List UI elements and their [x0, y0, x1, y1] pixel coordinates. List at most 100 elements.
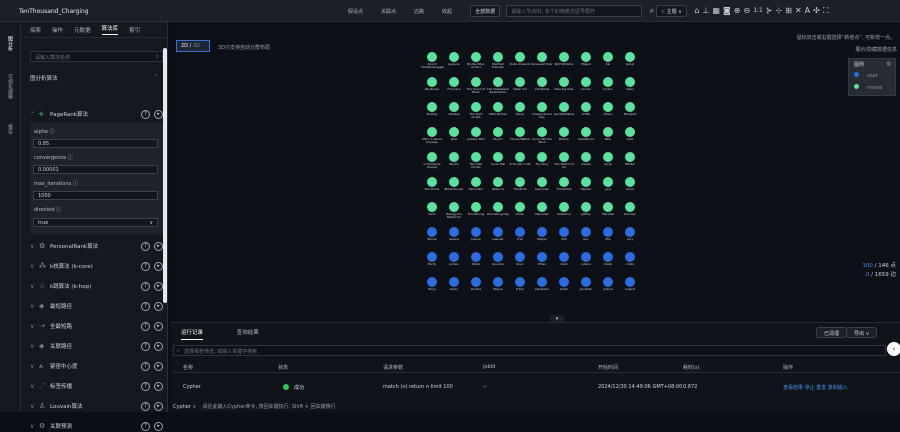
graph-node[interactable]: Rebecca: [491, 177, 505, 191]
graph-node[interactable]: Duke (Ireland): [510, 52, 530, 66]
graph-node[interactable]: Willy: [601, 127, 615, 141]
run-icon[interactable]: ▸: [154, 241, 163, 251]
graph-node[interactable]: Jordan: [447, 252, 461, 266]
run-icon[interactable]: ▸: [154, 421, 163, 431]
tab-explore[interactable]: 探索: [30, 26, 41, 34]
graph-node[interactable]: Casablanca: [578, 127, 594, 141]
graph-node[interactable]: Frank: [513, 277, 527, 291]
graph-node[interactable]: Sister Act: [513, 77, 527, 91]
run-icon[interactable]: ▸: [154, 361, 163, 371]
cmd-language[interactable]: Cypher: [173, 404, 191, 410]
graph-node[interactable]: Sicario: [601, 77, 615, 91]
graph-node[interactable]: Jayanne: [447, 52, 461, 66]
col-name[interactable]: 名称: [183, 364, 193, 371]
directed-select[interactable]: true ∨: [33, 218, 158, 227]
graph-node[interactable]: The Dark Knight: [469, 102, 483, 119]
graph-node[interactable]: Roosevelt Tyler: [531, 52, 553, 66]
graph-node[interactable]: Allison: [601, 102, 615, 116]
graph-node[interactable]: Miguel: [579, 52, 593, 66]
graph-node[interactable]: Bradley: [425, 102, 439, 116]
graph-node[interactable]: Cristo: [623, 252, 637, 266]
graph-node[interactable]: Alexander: [535, 277, 549, 291]
pin-icon[interactable]: ⊥: [702, 6, 709, 16]
graph-node[interactable]: Christmas: [535, 77, 549, 91]
run-icon[interactable]: ▸: [154, 109, 163, 119]
zoom-ratio[interactable]: 1:1: [753, 6, 763, 16]
algo-item-6[interactable]: ∨ ⩚ 紧密中心度? ▸: [30, 360, 163, 372]
graph-node[interactable]: Leander: [491, 227, 505, 241]
toolbar-item-1[interactable]: 关联点: [381, 8, 396, 15]
run-icon[interactable]: ▸: [154, 341, 163, 351]
graph-node[interactable]: Hayden: [579, 177, 593, 191]
graph-node[interactable]: Kevin: [513, 252, 527, 266]
graph-node[interactable]: Marthell Freeman: [491, 52, 505, 69]
toolbar-item-2[interactable]: 边路: [414, 8, 424, 15]
camera-icon[interactable]: ◙: [723, 6, 731, 16]
graph-node[interactable]: Psycho: [447, 152, 461, 166]
target-icon[interactable]: ⊹: [776, 6, 783, 16]
graph-node[interactable]: Wayne: [491, 277, 505, 291]
zoom-in-icon[interactable]: ⊕: [734, 6, 741, 16]
toggle-info-link[interactable]: 展示/隐藏数据信息: [855, 46, 897, 53]
graph-node[interactable]: Isaiah: [557, 277, 571, 291]
graph-node[interactable]: The Deer Hunter: [469, 152, 483, 169]
graph-node[interactable]: Marshall: [601, 202, 615, 216]
theme-select[interactable]: ☆ 主题 ∨: [655, 5, 687, 17]
graph-node[interactable]: Mia: [601, 227, 615, 241]
fullscreen-icon[interactable]: ⛶: [823, 6, 829, 16]
table-icon[interactable]: ⊞: [785, 6, 792, 16]
tab-metadata[interactable]: 元数据: [74, 26, 91, 34]
tab-query-results[interactable]: 查询结果: [237, 330, 259, 336]
graph-node[interactable]: Margaret: [623, 102, 637, 116]
legend-item-user[interactable]: user: [854, 72, 878, 79]
graph-node[interactable]: The Shawshank Redemption: [487, 77, 509, 94]
graph-node[interactable]: Jamal: [623, 52, 637, 66]
rail-item-visual-modeling[interactable]: 可视化建模: [7, 74, 14, 99]
run-icon[interactable]: ▸: [154, 381, 163, 391]
convergence-input[interactable]: 0.00001: [33, 165, 158, 174]
graph-node[interactable]: Les Misérables: [554, 102, 574, 116]
graph-node[interactable]: Groundhog Day: [487, 202, 509, 216]
graph-canvas[interactable]: 2D / 3D 3D只支持自动分群布局 鼠标双击或右键选择“新增点”, 可新增一…: [171, 22, 900, 322]
graph-node[interactable]: Lance: [623, 177, 637, 191]
col-cost[interactable]: 耗时(s): [683, 364, 700, 371]
max-iterations-input[interactable]: 1000: [33, 191, 158, 200]
toggle-3d[interactable]: 3D: [193, 43, 200, 49]
graph-node[interactable]: Terminator: [469, 177, 484, 191]
help-icon[interactable]: ?: [141, 241, 150, 251]
toolbar-item-3[interactable]: 收起: [442, 8, 452, 15]
chevron-up-icon[interactable]: ⌃: [154, 74, 158, 80]
help-icon[interactable]: ?: [141, 361, 150, 371]
graph-node[interactable]: Schindler's List: [509, 152, 531, 166]
graph-node[interactable]: Caleb: [601, 252, 615, 266]
tab-algorithms[interactable]: 算法库: [101, 24, 119, 35]
graph-node[interactable]: Psycho: [491, 127, 505, 141]
graph-node[interactable]: Annie Hall: [491, 152, 505, 166]
graph-node[interactable]: Toy Story: [535, 152, 549, 166]
tab-operate[interactable]: 操作: [52, 26, 63, 34]
graph-node[interactable]: Juliana: [579, 252, 593, 266]
graph-node[interactable]: Independence Day: [532, 102, 552, 119]
graph-node[interactable]: Mercedes: [535, 202, 549, 216]
help-icon[interactable]: ?: [141, 301, 150, 311]
graph-node[interactable]: Claude: [579, 152, 593, 166]
rail-item-graph-analysis[interactable]: 图分析: [7, 36, 14, 51]
graph-node[interactable]: Blade Runner: [445, 177, 463, 191]
zoom-out-icon[interactable]: ⊖: [743, 6, 750, 16]
table-row[interactable]: Cypher 成功 match (n) return n limit 100 -…: [173, 379, 900, 391]
node-id-search[interactable]: 请输入节点ID, 多个ID用英文逗号隔开: [506, 5, 643, 17]
graph-node[interactable]: Hardy: [425, 252, 439, 266]
help-icon[interactable]: ?: [141, 261, 150, 271]
graph-node[interactable]: Swan: [623, 77, 637, 91]
graph-node[interactable]: Bernie: [425, 227, 439, 241]
graph-node[interactable]: The Godfather: [510, 127, 530, 141]
col-jobid[interactable]: jobId: [483, 364, 495, 370]
graph-node[interactable]: Vivian: [513, 202, 527, 216]
help-icon[interactable]: ?: [141, 109, 150, 119]
help-icon[interactable]: ?: [141, 321, 150, 331]
col-params[interactable]: 请求参数: [383, 364, 403, 371]
graph-node[interactable]: William: [623, 152, 637, 166]
algo-pagerank[interactable]: ⌃ ⟡ PageRank算法 ? ▸: [30, 108, 163, 120]
graph-node[interactable]: Dancing Girls: [555, 77, 573, 91]
run-icon[interactable]: ▸: [154, 261, 163, 271]
